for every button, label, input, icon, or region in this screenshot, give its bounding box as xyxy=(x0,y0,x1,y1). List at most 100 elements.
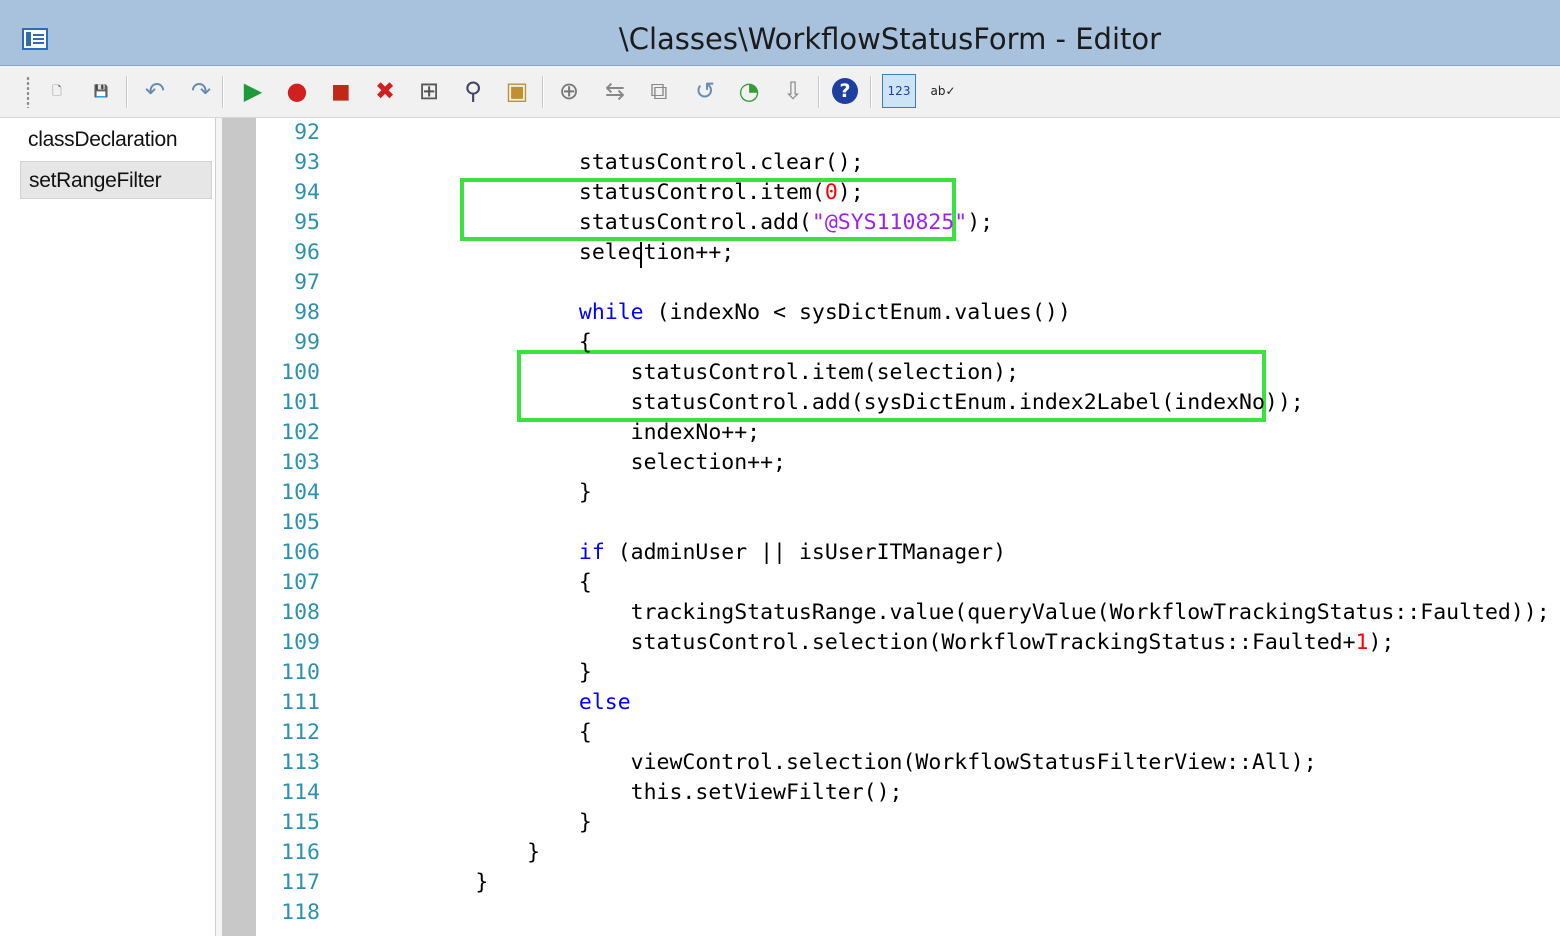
help-button[interactable]: ? xyxy=(828,74,862,108)
compile-icon: ⊞ xyxy=(418,77,440,105)
line-number: 97 xyxy=(294,270,320,295)
line-number: 93 xyxy=(294,150,320,175)
method-item[interactable]: classDeclaration xyxy=(20,121,212,159)
code-line: 118 xyxy=(256,898,424,928)
line-number: 103 xyxy=(281,450,320,475)
line-number: 118 xyxy=(281,900,320,925)
check-out-icon: ⇩ xyxy=(782,77,804,105)
undo-button[interactable]: ↶ xyxy=(138,74,172,108)
line-text: viewControl.selection(WorkflowStatusFilt… xyxy=(320,750,1317,775)
spell-button[interactable]: ab✓ xyxy=(926,74,960,108)
line-text: statusControl.add(sysDictEnum.index2Labe… xyxy=(320,390,1304,415)
code-line: 95 statusControl.add("@SYS110825"); xyxy=(256,208,993,238)
code-line: 114 this.setViewFilter(); xyxy=(256,778,902,808)
code-line: 93 statusControl.clear(); xyxy=(256,148,864,178)
line-number: 95 xyxy=(294,210,320,235)
breakpoint-icon: ● xyxy=(286,77,308,105)
code-line: 104 } xyxy=(256,478,592,508)
remove-breakpoints-button[interactable]: ✖ xyxy=(368,74,402,108)
line-number: 110 xyxy=(281,660,320,685)
method-list: classDeclaration setRangeFilter xyxy=(16,118,216,936)
code-line: 111 else xyxy=(256,688,631,718)
line-text: } xyxy=(320,480,592,505)
line-text: indexNo++; xyxy=(320,420,761,445)
line-number: 117 xyxy=(281,870,320,895)
revert-button[interactable]: ↺ xyxy=(688,74,722,108)
breakpoint-button[interactable]: ● xyxy=(280,74,314,108)
code-line: 103 selection++; xyxy=(256,448,786,478)
code-line: 105 xyxy=(256,508,424,538)
remove-breakpoints-icon: ✖ xyxy=(374,77,396,105)
script-icon: ▣ xyxy=(505,77,529,105)
line-text: { xyxy=(320,570,592,595)
line-number: 109 xyxy=(281,630,320,655)
code-line: 107 { xyxy=(256,568,592,598)
script-button[interactable]: ▣ xyxy=(500,74,534,108)
help-icon: ? xyxy=(832,78,858,104)
line-text: } xyxy=(320,660,592,685)
code-line: 94 statusControl.item(0); xyxy=(256,178,864,208)
add-to-project-button[interactable]: ⊕ xyxy=(552,74,586,108)
code-line: 102 indexNo++; xyxy=(256,418,760,448)
check-out-button[interactable]: ⇩ xyxy=(776,74,810,108)
toolbar-separator xyxy=(542,76,544,108)
code-line: 99 { xyxy=(256,328,592,358)
code-line: 113 viewControl.selection(WorkflowStatus… xyxy=(256,748,1317,778)
history-button[interactable]: ⧉ xyxy=(642,74,676,108)
undo-icon: ↶ xyxy=(144,77,166,105)
method-item[interactable]: setRangeFilter xyxy=(20,161,212,199)
code-line: 100 statusControl.item(selection); xyxy=(256,358,1019,388)
code-line: 117 } xyxy=(256,868,488,898)
line-text: } xyxy=(320,840,541,865)
run-icon: ▶ xyxy=(243,77,263,105)
line-number: 112 xyxy=(281,720,320,745)
line-number: 111 xyxy=(281,690,320,715)
compare-icon: ⇆ xyxy=(604,77,626,105)
history-icon: ⧉ xyxy=(650,77,668,105)
toolbar-separator xyxy=(126,76,128,108)
spell-check-icon: ab✓ xyxy=(930,84,956,98)
line-text xyxy=(320,270,424,295)
line-number: 100 xyxy=(281,360,320,385)
redo-button[interactable]: ↷ xyxy=(184,74,218,108)
save-button[interactable]: 💾 xyxy=(84,74,118,108)
line-text: this.setViewFilter(); xyxy=(320,780,903,805)
code-line: 108 trackingStatusRange.value(queryValue… xyxy=(256,598,1550,628)
line-text: } xyxy=(320,810,592,835)
code-editor[interactable]: 92 93 statusControl.clear(); 94 statusCon… xyxy=(256,118,1560,936)
compile-button[interactable]: ⊞ xyxy=(412,74,446,108)
line-text: statusControl.item(0); xyxy=(320,180,864,205)
line-text: selection++; xyxy=(320,450,786,475)
check-in-icon: ◔ xyxy=(738,77,760,105)
line-number: 104 xyxy=(281,480,320,505)
toolbar-grip-handle[interactable] xyxy=(26,76,30,108)
line-text xyxy=(320,510,424,535)
line-number: 92 xyxy=(294,120,320,145)
line-text xyxy=(320,120,424,145)
code-line: 110 } xyxy=(256,658,592,688)
line-number: 115 xyxy=(281,810,320,835)
code-line: 98 while (indexNo < sysDictEnum.values()… xyxy=(256,298,1071,328)
line-number: 101 xyxy=(281,390,320,415)
compare-button[interactable]: ⇆ xyxy=(598,74,632,108)
code-line: 92 xyxy=(256,118,424,148)
check-in-button[interactable]: ◔ xyxy=(732,74,766,108)
line-numbers-button[interactable]: 123 xyxy=(882,74,916,108)
run-button[interactable]: ▶ xyxy=(236,74,270,108)
code-line: 101 statusControl.add(sysDictEnum.index2… xyxy=(256,388,1304,418)
line-text: trackingStatusRange.value(queryValue(Wor… xyxy=(320,600,1550,625)
line-number: 99 xyxy=(294,330,320,355)
code-line: 116 } xyxy=(256,838,540,868)
line-numbers-icon: 123 xyxy=(887,84,911,98)
line-text: statusControl.item(selection); xyxy=(320,360,1019,385)
breakpoint-gutter[interactable] xyxy=(222,118,256,936)
add-icon: ⊕ xyxy=(558,77,580,105)
new-button[interactable]: 🗋 xyxy=(40,74,74,108)
lookup-button[interactable]: ⚲ xyxy=(456,74,490,108)
toolbar-separator xyxy=(870,76,872,108)
enable-breakpoint-button[interactable]: ◼ xyxy=(324,74,358,108)
line-number: 113 xyxy=(281,750,320,775)
window-title: \Classes\WorkflowStatusForm - Editor xyxy=(618,22,1162,56)
line-number: 108 xyxy=(281,600,320,625)
line-number: 102 xyxy=(281,420,320,445)
